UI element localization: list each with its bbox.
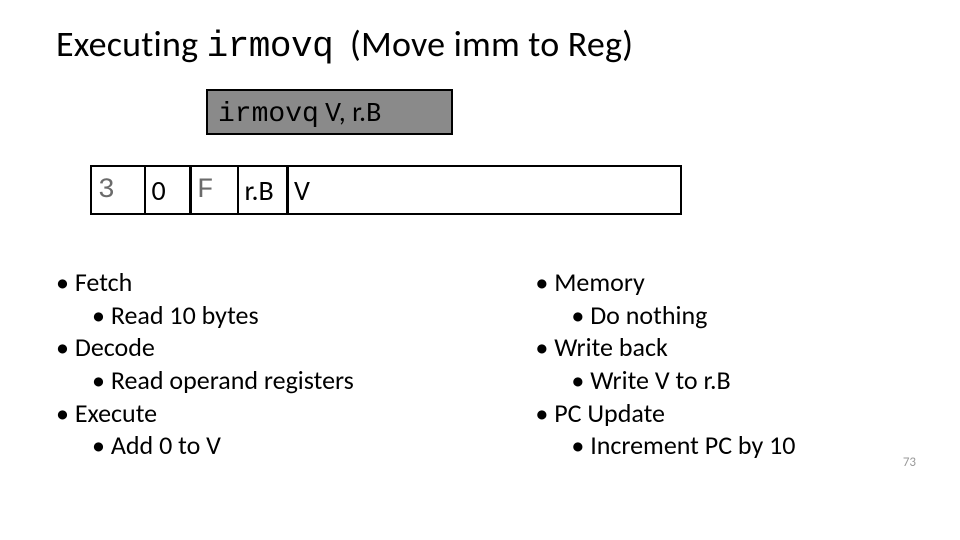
encoding-cell-1: 0 (144, 165, 192, 215)
syntax-rest: V, r.B (319, 94, 382, 129)
stage-fetch-detail: Read 10 bytes (56, 300, 535, 331)
right-column: Memory Do nothing Write back Write V to … (535, 267, 912, 463)
stage-pcupdate-detail: Increment PC by 10 (535, 430, 912, 461)
encoding-row: 3 0 F r.B V (90, 165, 912, 215)
stage-execute: Execute (56, 398, 535, 429)
page-number: 73 (903, 455, 916, 470)
stage-decode-detail: Read operand registers (56, 365, 535, 396)
syntax-mono: irmovq (218, 99, 319, 130)
title-suffix: (Move imm to Reg) (350, 22, 633, 66)
stage-memory: Memory (535, 267, 912, 298)
slide: Executing irmovq (Move imm to Reg) irmov… (0, 0, 960, 540)
stage-fetch: Fetch (56, 267, 535, 298)
stage-writeback: Write back (535, 332, 912, 363)
left-column: Fetch Read 10 bytes Decode Read operand … (56, 267, 535, 463)
title-mono: irmovq (207, 26, 334, 67)
slide-title: Executing irmovq (Move imm to Reg) (56, 22, 912, 67)
encoding-cell-3: r.B (237, 165, 289, 215)
syntax-box: irmovq V, r.B (206, 89, 453, 135)
stage-pcupdate: PC Update (535, 398, 912, 429)
title-prefix: Executing (56, 22, 198, 66)
stage-memory-detail: Do nothing (535, 300, 912, 331)
stage-writeback-detail: Write V to r.B (535, 365, 912, 396)
encoding-cell-2: F (189, 165, 239, 215)
stage-columns: Fetch Read 10 bytes Decode Read operand … (56, 267, 912, 463)
stage-execute-detail: Add 0 to V (56, 430, 535, 461)
stage-decode: Decode (56, 332, 535, 363)
encoding-cell-0: 3 (90, 165, 146, 215)
encoding-cell-4: V (286, 165, 682, 215)
